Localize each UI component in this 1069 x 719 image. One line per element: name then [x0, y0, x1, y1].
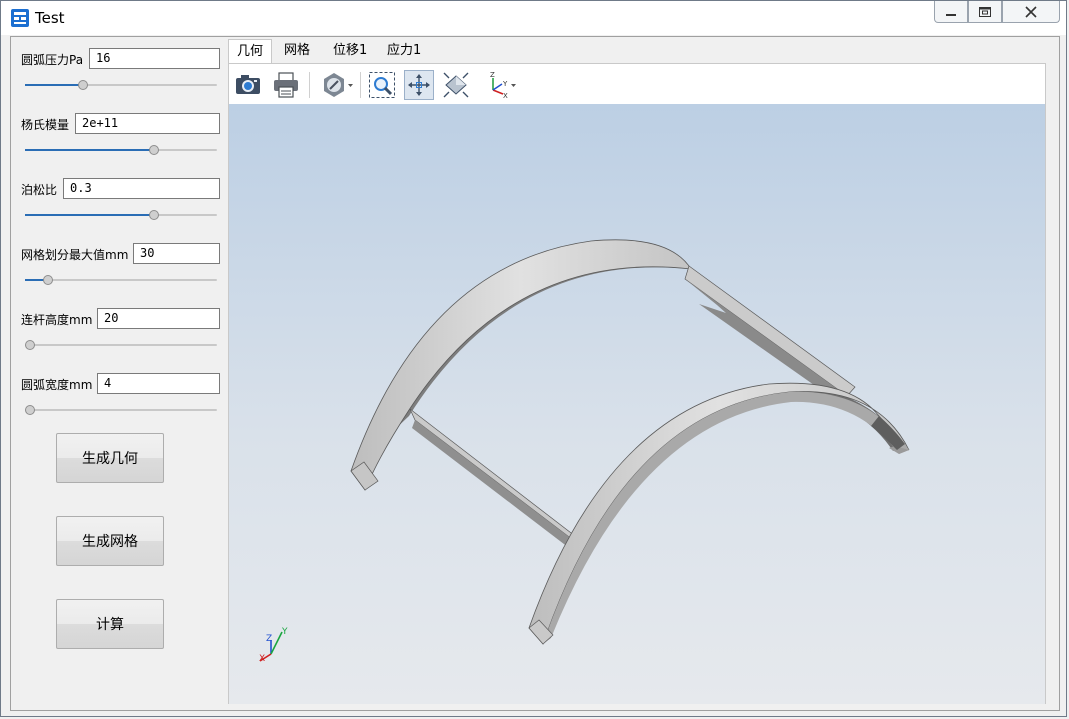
- fit-all-button[interactable]: [441, 70, 471, 100]
- generate-mesh-button[interactable]: 生成网格: [56, 516, 164, 566]
- link-height-slider[interactable]: [25, 340, 217, 350]
- axis-z-label: Z: [266, 634, 272, 644]
- youngs-modulus-slider-fill: [25, 149, 154, 151]
- generate-geometry-button[interactable]: 生成几何: [56, 433, 164, 483]
- app-grid-icon: [10, 8, 30, 28]
- front-link-side: [412, 420, 581, 554]
- 3d-viewport[interactable]: Z Y X: [229, 104, 1045, 704]
- youngs-modulus-slider-handle[interactable]: [149, 145, 159, 155]
- close-button[interactable]: [1002, 1, 1060, 23]
- fit-all-icon: [443, 72, 469, 98]
- geometry-tab-page: Z Y X Z Y X: [228, 63, 1046, 704]
- svg-text:X: X: [503, 92, 508, 100]
- print-icon: [274, 72, 298, 98]
- toolbar-separator: [360, 72, 361, 98]
- poisson-ratio-slider-fill: [25, 214, 154, 216]
- tab-stress[interactable]: 应力1: [379, 39, 429, 63]
- poisson-ratio-input[interactable]: 0.3: [63, 178, 220, 199]
- arc-width-slider-handle[interactable]: [25, 405, 35, 415]
- parameter-panel: 圆弧压力Pa 16 杨氏模量 2e+11 泊松比 0.3 网格划分最大值mm 3…: [11, 39, 226, 709]
- display-mode-button[interactable]: [319, 70, 355, 100]
- minimize-icon: [946, 13, 956, 16]
- compute-button[interactable]: 计算: [56, 599, 164, 649]
- mesh-size-label: 网格划分最大值mm: [21, 248, 129, 262]
- link-height-input[interactable]: 20: [97, 308, 220, 329]
- mesh-size-input[interactable]: 30: [133, 243, 220, 264]
- poisson-ratio-slider-handle[interactable]: [149, 210, 159, 220]
- front-link-bar: [409, 408, 582, 547]
- viewer-toolbar: Z Y X: [229, 64, 1045, 104]
- pressure-slider[interactable]: [25, 80, 217, 90]
- youngs-modulus-slider[interactable]: [25, 145, 217, 155]
- pan-icon: [408, 74, 430, 96]
- pressure-slider-fill: [25, 84, 83, 86]
- maximize-button[interactable]: [968, 1, 1002, 23]
- print-button[interactable]: [271, 70, 301, 100]
- svg-text:Z: Z: [490, 71, 495, 79]
- link-height-label: 连杆高度mm: [21, 313, 93, 327]
- pressure-input[interactable]: 16: [89, 48, 220, 69]
- toolbar-separator: [309, 72, 310, 98]
- minimize-button[interactable]: [934, 1, 968, 23]
- camera-icon: [236, 75, 260, 94]
- arch-frame-model: Z Y X: [259, 239, 910, 664]
- link-height-slider-handle[interactable]: [25, 340, 35, 350]
- screenshot-button[interactable]: [233, 70, 263, 100]
- axis-orientation-button[interactable]: Z Y X: [483, 70, 519, 100]
- svg-text:Y: Y: [502, 80, 508, 88]
- axis-triad: Z Y X: [259, 627, 288, 664]
- pressure-slider-handle[interactable]: [78, 80, 88, 90]
- arc-width-label: 圆弧宽度mm: [21, 378, 93, 392]
- youngs-modulus-input[interactable]: 2e+11: [75, 113, 220, 134]
- mesh-size-slider-handle[interactable]: [43, 275, 53, 285]
- axis-x-label: X: [259, 654, 265, 664]
- title-bar[interactable]: Test: [1, 1, 1066, 35]
- pan-button[interactable]: [404, 70, 434, 100]
- axis-orientation-icon: Z Y X: [490, 71, 516, 100]
- mesh-size-slider[interactable]: [25, 275, 217, 285]
- youngs-modulus-label: 杨氏模量: [21, 118, 70, 132]
- window-title: Test: [35, 9, 65, 27]
- arc-width-input[interactable]: 4: [97, 373, 220, 394]
- y-axis-line: [270, 631, 283, 655]
- tab-displacement[interactable]: 位移1: [325, 39, 375, 63]
- back-link-bar: [684, 265, 856, 397]
- maximize-icon: [979, 6, 991, 17]
- close-icon: [1025, 5, 1037, 18]
- zoom-window-button[interactable]: [367, 70, 397, 100]
- poisson-ratio-label: 泊松比: [21, 183, 58, 197]
- app-window: Test 圆弧压力Pa 16 杨氏模量 2e+11 泊松比 0.3 网格划分最大…: [0, 0, 1067, 717]
- pressure-label: 圆弧压力Pa: [21, 53, 84, 67]
- tab-geometry[interactable]: 几何: [228, 39, 273, 64]
- axis-y-label: Y: [281, 627, 288, 637]
- zoom-window-icon: [369, 72, 395, 98]
- poisson-ratio-slider[interactable]: [25, 210, 217, 220]
- arc-width-slider[interactable]: [25, 405, 217, 415]
- tab-mesh[interactable]: 网格: [276, 39, 318, 63]
- display-mode-icon: [324, 73, 353, 97]
